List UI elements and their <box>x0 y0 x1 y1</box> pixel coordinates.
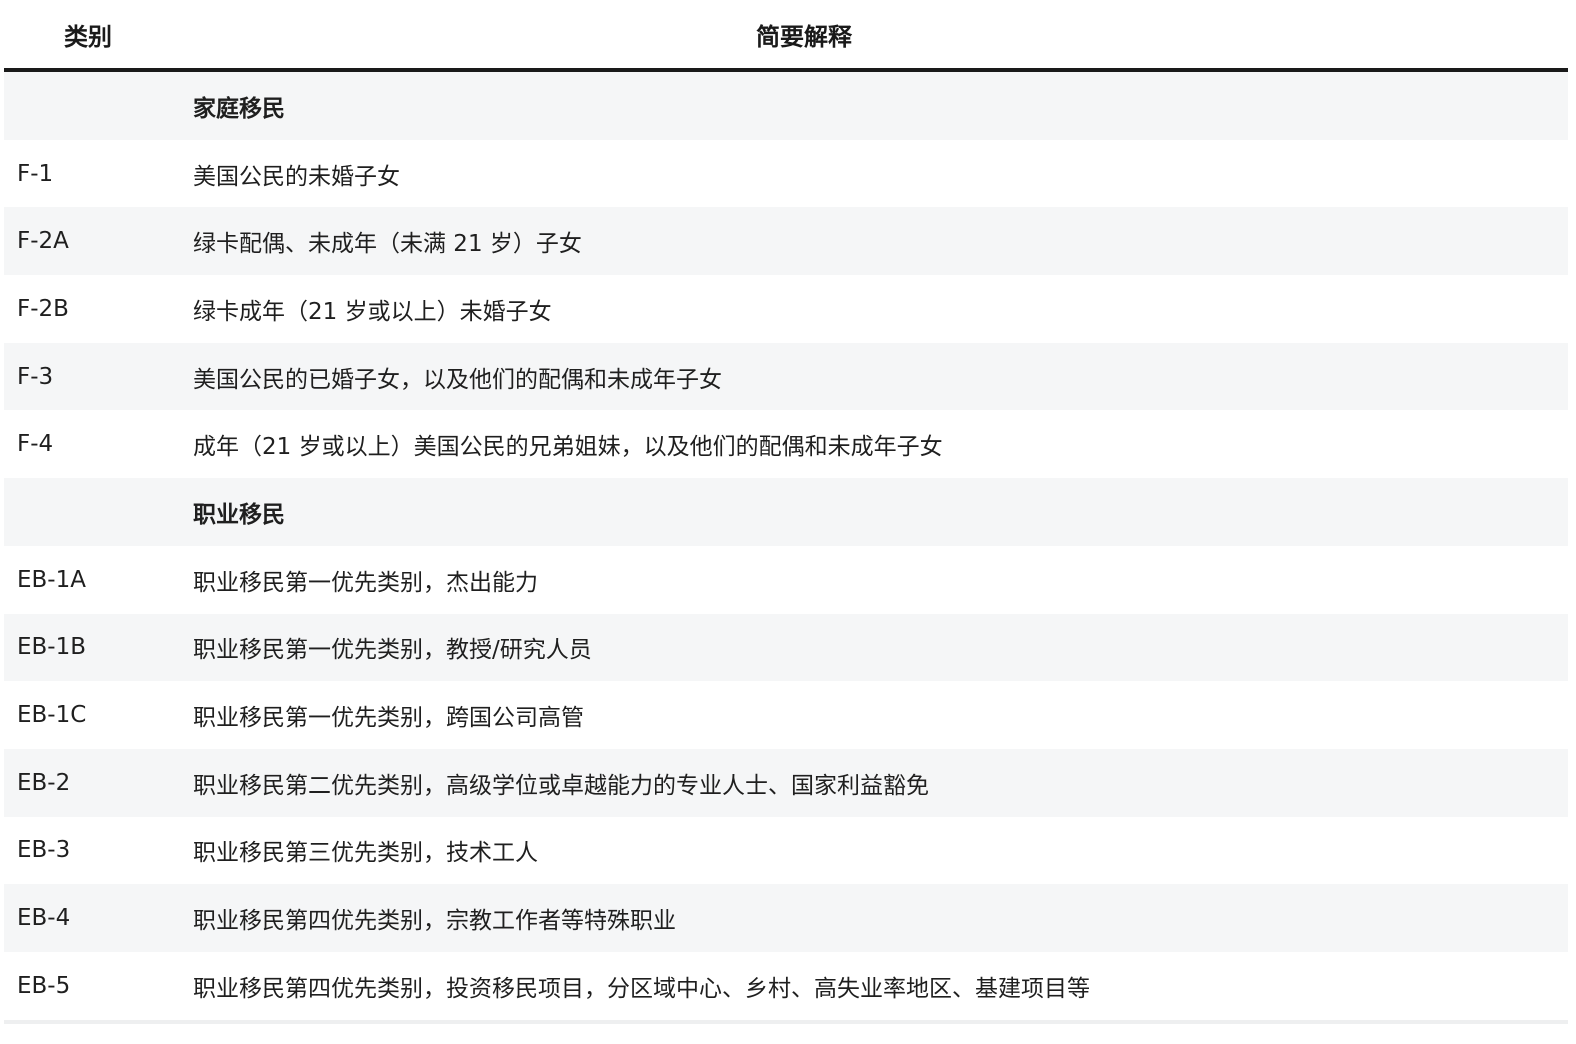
row-description: 美国公民的未婚子女 <box>193 163 400 190</box>
row-description: 绿卡配偶、未成年（未满 21 岁）子女 <box>180 207 1568 276</box>
table-row: EB-5 职业移民第四优先类别，投资移民项目，分区域中心、乡村、高失业率地区、基… <box>4 952 1568 1020</box>
table-header: 类别 简要解释 <box>4 0 1568 72</box>
row-description: 职业移民第四优先类别，宗教工作者等特殊职业 <box>180 884 1568 952</box>
table-row: F-2B 绿卡成年（21 岁或以上）未婚子女 <box>4 275 1568 343</box>
row-code: EB-2 <box>4 748 180 817</box>
table-row: EB-3 职业移民第三优先类别，技术工人 <box>4 817 1568 885</box>
row-code: EB-4 <box>4 884 180 952</box>
row-description: 职业移民第四优先类别，投资移民项目，分区域中心、乡村、高失业率地区、基建项目等 <box>193 975 1090 1002</box>
row-code: F-2A <box>4 207 180 276</box>
row-code: EB-5 <box>17 972 71 999</box>
section-row: 职业移民 <box>4 478 1568 546</box>
section-title: 家庭移民 <box>180 70 1568 140</box>
row-code: F-1 <box>17 160 54 187</box>
row-description: 职业移民第一优先类别，杰出能力 <box>193 569 538 596</box>
immigration-category-table: 类别 简要解释 家庭移民 F-1 美国公民的未婚子女 F-2A 绿卡配偶、未成年… <box>4 0 1568 1024</box>
row-code: EB-1A <box>17 566 86 593</box>
table-row: EB-1C 职业移民第一优先类别，跨国公司高管 <box>4 681 1568 749</box>
row-code: EB-1C <box>17 702 87 729</box>
row-code: EB-1B <box>4 613 180 682</box>
category-table: 类别 简要解释 家庭移民 F-1 美国公民的未婚子女 F-2A 绿卡配偶、未成年… <box>4 0 1568 1020</box>
table-row: EB-2 职业移民第二优先类别，高级学位或卓越能力的专业人士、国家利益豁免 <box>4 748 1568 817</box>
row-description: 职业移民第二优先类别，高级学位或卓越能力的专业人士、国家利益豁免 <box>180 748 1568 817</box>
table-row: F-4 成年（21 岁或以上）美国公民的兄弟姐妹，以及他们的配偶和未成年子女 <box>4 410 1568 478</box>
table-row: EB-4 职业移民第四优先类别，宗教工作者等特殊职业 <box>4 884 1568 952</box>
section-row: 家庭移民 <box>4 70 1568 140</box>
table-row: F-3 美国公民的已婚子女，以及他们的配偶和未成年子女 <box>4 342 1568 411</box>
section-title: 职业移民 <box>180 478 1568 546</box>
header-explanation: 简要解释 <box>180 0 1568 72</box>
row-code <box>4 478 180 546</box>
table-row: F-2A 绿卡配偶、未成年（未满 21 岁）子女 <box>4 207 1568 276</box>
row-code: EB-3 <box>17 837 71 864</box>
row-code: F-4 <box>17 431 54 458</box>
row-description: 职业移民第一优先类别，教授/研究人员 <box>180 613 1568 682</box>
row-description: 美国公民的已婚子女，以及他们的配偶和未成年子女 <box>180 342 1568 411</box>
row-description: 职业移民第三优先类别，技术工人 <box>193 840 538 867</box>
table-row: EB-1A 职业移民第一优先类别，杰出能力 <box>4 546 1568 614</box>
table-body: 家庭移民 F-1 美国公民的未婚子女 F-2A 绿卡配偶、未成年（未满 21 岁… <box>4 70 1568 1020</box>
row-description: 绿卡成年（21 岁或以上）未婚子女 <box>193 298 552 325</box>
row-description: 成年（21 岁或以上）美国公民的兄弟姐妹，以及他们的配偶和未成年子女 <box>193 434 943 461</box>
row-code: F-3 <box>4 342 180 411</box>
row-code <box>4 70 180 140</box>
table-bottom-border <box>4 1019 1568 1024</box>
header-category: 类别 <box>4 0 180 72</box>
row-description: 职业移民第一优先类别，跨国公司高管 <box>193 705 584 732</box>
table-row: EB-1B 职业移民第一优先类别，教授/研究人员 <box>4 613 1568 682</box>
table-row: F-1 美国公民的未婚子女 <box>4 140 1568 208</box>
header-row: 类别 简要解释 <box>4 0 1568 72</box>
row-code: F-2B <box>17 295 69 322</box>
